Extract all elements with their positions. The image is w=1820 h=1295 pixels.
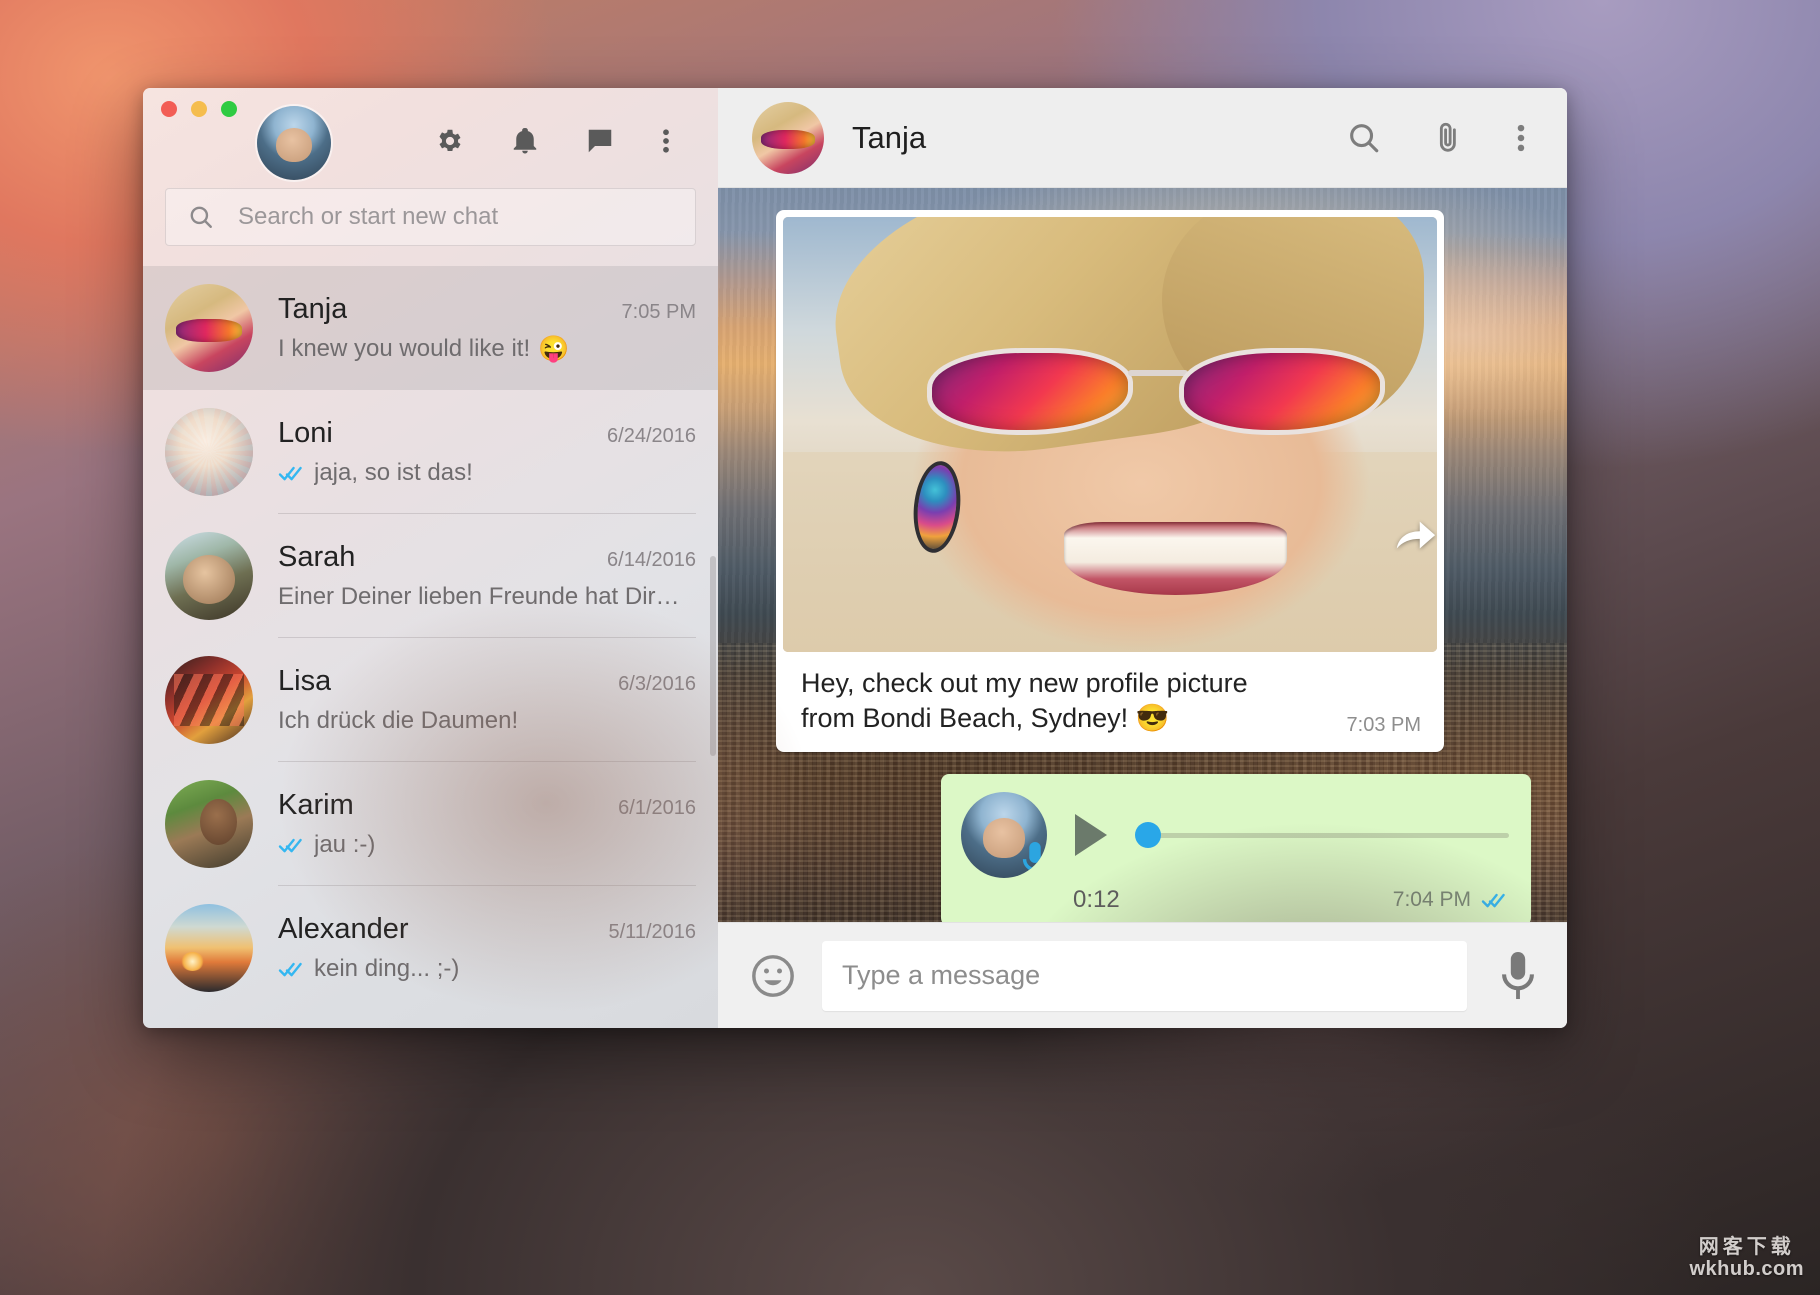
message-input-container[interactable]	[822, 940, 1467, 1011]
search-icon[interactable]	[1347, 121, 1381, 155]
chat-name: Sarah	[278, 541, 356, 573]
audio-seek-bar[interactable]	[1135, 822, 1509, 849]
watermark-domain: wkhub.com	[1689, 1258, 1804, 1280]
message-composer	[718, 922, 1567, 1028]
chat-panel: Tanja Hey, check out my new profile pict…	[718, 88, 1567, 1028]
messages-scroll: Hey, check out my new profile picture fr…	[718, 188, 1567, 922]
avatar	[165, 656, 253, 744]
sidebar: Tanja 7:05 PM I knew you would like it! …	[143, 88, 718, 1028]
chat-preview: Ich drück die Daumen!	[278, 707, 519, 734]
message-input[interactable]	[842, 960, 1447, 991]
image-message-bubble[interactable]: Hey, check out my new profile picture fr…	[776, 210, 1444, 753]
window-controls[interactable]	[161, 101, 237, 117]
sender-avatar	[961, 792, 1047, 879]
double-check-icon	[278, 463, 306, 483]
sidebar-scrollbar[interactable]	[710, 556, 716, 756]
close-button[interactable]	[161, 101, 177, 117]
chat-timestamp: 6/1/2016	[618, 797, 696, 819]
chat-preview: Einer Deiner lieben Freunde hat Dir…	[278, 583, 680, 610]
menu-icon[interactable]	[1515, 121, 1527, 155]
avatar	[165, 904, 253, 992]
chat-list-item-sarah[interactable]: Sarah 6/14/2016 Einer Deiner lieben Freu…	[143, 514, 718, 638]
forward-arrow-icon[interactable]	[1391, 514, 1437, 560]
chat-name: Lisa	[278, 665, 332, 697]
chat-timestamp: 6/3/2016	[618, 673, 696, 695]
settings-icon[interactable]	[435, 126, 465, 156]
avatar	[165, 780, 253, 868]
message-timestamp: 7:04 PM	[1392, 888, 1471, 912]
chat-list-item-alexander[interactable]: Alexander 5/11/2016 kein ding... ;-)	[143, 886, 718, 1010]
avatar	[165, 284, 253, 372]
watermark-chinese: 网客下载	[1698, 1236, 1795, 1258]
maximize-button[interactable]	[221, 101, 237, 117]
sidebar-action-icons	[435, 126, 692, 156]
chat-preview: kein ding... ;-)	[314, 955, 460, 982]
chat-name: Karim	[278, 789, 354, 821]
message-row-voice: 0:12 7:04 PM	[776, 774, 1531, 922]
chat-preview: jau :-)	[314, 831, 376, 858]
chat-contact-name: Tanja	[852, 119, 927, 155]
voice-message-bubble[interactable]: 0:12 7:04 PM	[941, 774, 1531, 922]
seek-track	[1149, 832, 1509, 838]
microphone-icon[interactable]	[1501, 951, 1535, 1000]
sidebar-toolbar	[143, 88, 718, 188]
image-caption: Hey, check out my new profile picture fr…	[783, 652, 1437, 752]
double-check-icon	[1481, 890, 1509, 910]
chat-list-item-tanja[interactable]: Tanja 7:05 PM I knew you would like it! …	[143, 266, 718, 390]
messages-area: Hey, check out my new profile picture fr…	[718, 188, 1567, 922]
message-row-image: Hey, check out my new profile picture fr…	[776, 210, 1531, 753]
new-chat-icon[interactable]	[585, 126, 615, 156]
avatar	[165, 532, 253, 620]
my-profile-avatar[interactable]	[257, 106, 331, 180]
chat-list-item-lisa[interactable]: Lisa 6/3/2016 Ich drück die Daumen!	[143, 638, 718, 762]
notifications-icon[interactable]	[510, 126, 540, 156]
desktop-background: Tanja 7:05 PM I knew you would like it! …	[0, 0, 1820, 1295]
avatar	[165, 408, 253, 496]
audio-duration: 0:12	[1073, 886, 1120, 914]
search-icon	[188, 204, 214, 230]
chat-list-item-loni[interactable]: Loni 6/24/2016 jaja, so ist das!	[143, 390, 718, 514]
double-check-icon	[278, 835, 306, 855]
caption-text: Hey, check out my new profile picture fr…	[801, 668, 1248, 734]
chat-list[interactable]: Tanja 7:05 PM I knew you would like it! …	[143, 266, 718, 1028]
preview-emoji: 😜	[538, 335, 570, 363]
search-container	[143, 188, 718, 266]
chat-header: Tanja	[718, 88, 1567, 188]
attach-icon[interactable]	[1431, 121, 1465, 155]
chat-contact-avatar[interactable]	[752, 101, 824, 174]
chat-timestamp: 5/11/2016	[608, 921, 697, 943]
microphone-badge-icon	[1021, 842, 1047, 879]
avatar-image	[257, 106, 331, 180]
chat-timestamp: 6/14/2016	[607, 549, 696, 571]
chat-name: Tanja	[278, 293, 348, 325]
play-button[interactable]	[1075, 814, 1107, 857]
minimize-button[interactable]	[191, 101, 207, 117]
chat-name: Alexander	[278, 913, 409, 945]
menu-icon[interactable]	[660, 126, 672, 156]
search-box[interactable]	[165, 188, 696, 246]
chat-timestamp: 6/24/2016	[607, 425, 696, 447]
chat-header-actions	[1347, 121, 1527, 155]
chat-preview: I knew you would like it!	[278, 335, 531, 362]
whatsapp-window: Tanja 7:05 PM I knew you would like it! …	[143, 88, 1567, 1028]
double-check-icon	[278, 959, 306, 979]
photo-thumbnail[interactable]	[783, 217, 1437, 652]
smiley-icon[interactable]	[750, 953, 796, 999]
chat-preview: jaja, so ist das!	[314, 459, 473, 486]
chat-name: Loni	[278, 417, 333, 449]
message-timestamp: 7:03 PM	[1346, 714, 1421, 737]
chat-list-item-karim[interactable]: Karim 6/1/2016 jau :-)	[143, 762, 718, 886]
watermark: 网客下载 wkhub.com	[1689, 1236, 1804, 1281]
seek-thumb[interactable]	[1135, 822, 1161, 849]
chat-timestamp: 7:05 PM	[621, 301, 696, 323]
search-input[interactable]	[238, 203, 673, 231]
